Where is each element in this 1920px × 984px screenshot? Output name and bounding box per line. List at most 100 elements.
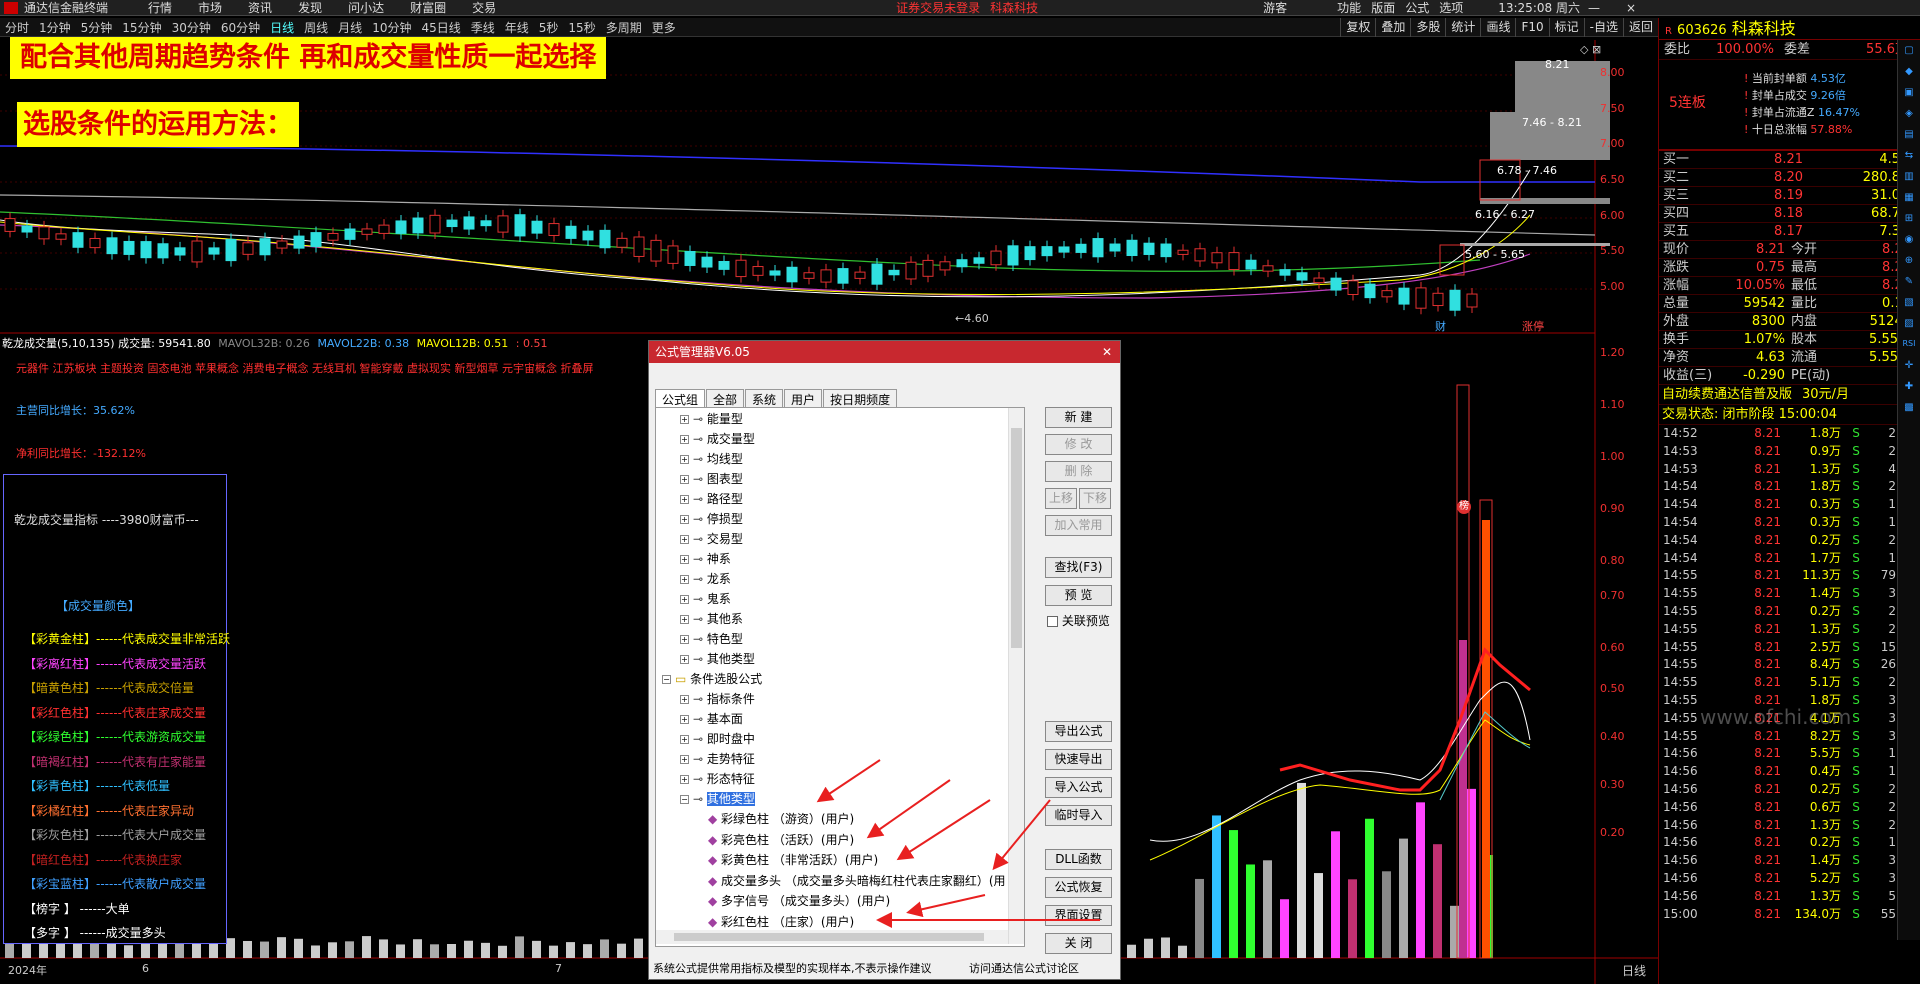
expand-icon[interactable]: + (680, 435, 689, 444)
menu-wenxiaoda[interactable]: 问小达 (348, 0, 384, 16)
guest-label[interactable]: 游客 (1263, 0, 1287, 16)
period-item[interactable]: 5秒 (539, 19, 559, 36)
tree-node[interactable]: + ⊸ 图表型 (680, 470, 743, 488)
expand-icon[interactable]: + (680, 475, 689, 484)
expand-icon[interactable]: + (680, 615, 689, 624)
expand-icon[interactable]: + (680, 755, 689, 764)
expand-icon[interactable]: + (680, 595, 689, 604)
add-common-button[interactable]: 加入常用 (1045, 515, 1112, 536)
tool-biaoji[interactable]: 标记 (1548, 18, 1584, 37)
preview-button[interactable]: 预 览 (1045, 585, 1112, 606)
side-icon[interactable]: ▧ (1900, 297, 1918, 313)
tree-node[interactable]: + ⊸ 形态特征 (680, 770, 755, 788)
side-icon[interactable]: ▢ (1900, 45, 1918, 61)
period-item[interactable]: 45日线 (421, 19, 460, 36)
login-warning[interactable]: 证券交易未登录 (896, 0, 980, 16)
expand-icon[interactable]: + (680, 695, 689, 704)
period-item[interactable]: 15秒 (568, 19, 595, 36)
menu-caifuquan[interactable]: 财富圈 (410, 0, 446, 16)
tree-node[interactable]: + ⊸ 鬼系 (680, 590, 731, 608)
indicator-header[interactable]: 乾龙成交量(5,10,135) 成交量: 59541.80 MAVOL32B: … (2, 335, 547, 351)
scroll-thumb[interactable] (1011, 428, 1022, 648)
expand-icon[interactable]: + (680, 735, 689, 744)
tree-node[interactable]: + ⊸ 其他系 (680, 610, 743, 628)
close-window-button[interactable]: × (1626, 1, 1636, 15)
tool-diejia[interactable]: 叠加 (1375, 18, 1410, 37)
tree-node[interactable]: + ⊸ 停损型 (680, 510, 743, 528)
menu-gongneng[interactable]: 功能 (1337, 0, 1361, 16)
side-icon[interactable]: ✛ (1900, 360, 1918, 376)
side-icon[interactable]: ⇆ (1900, 150, 1918, 166)
tree-node[interactable]: + ⊸ 神系 (680, 550, 731, 568)
expand-icon[interactable]: + (680, 635, 689, 644)
side-icon[interactable]: ✚ (1900, 381, 1918, 397)
period-item[interactable]: 1分钟 (39, 19, 71, 36)
side-icon[interactable]: ▨ (1900, 318, 1918, 334)
side-icon[interactable]: ◉ (1900, 234, 1918, 250)
period-item[interactable]: 月线 (338, 19, 362, 36)
period-item-more[interactable]: 更多 (652, 19, 676, 36)
collapse-icon[interactable]: − (662, 675, 671, 684)
tree-node[interactable]: + ⊸ 基本面 (680, 710, 743, 728)
expand-icon[interactable]: + (680, 555, 689, 564)
dialog-close-icon[interactable]: ✕ (1102, 341, 1112, 363)
menu-hangqing[interactable]: 行情 (148, 0, 172, 16)
side-icon[interactable]: ◆ (1900, 66, 1918, 82)
side-icon[interactable]: ◈ (1900, 108, 1918, 124)
tool-fanhui[interactable]: 返回 (1622, 18, 1658, 37)
modify-button[interactable]: 修 改 (1045, 434, 1112, 455)
menu-gongshi[interactable]: 公式 (1405, 0, 1429, 16)
period-item[interactable]: 60分钟 (221, 19, 260, 36)
tree-node[interactable]: + ⊸ 交易型 (680, 530, 743, 548)
buy-level-row[interactable]: 买二 8.20 280.8万 (1659, 169, 1920, 187)
side-icon[interactable]: ▩ (1900, 402, 1918, 418)
tree-folder[interactable]: − ▭ 条件选股公式 (662, 670, 762, 688)
menu-jiaoyi[interactable]: 交易 (472, 0, 496, 16)
ad-row[interactable]: 自动续费通达信普及版 30元/月 (1659, 385, 1920, 405)
minimize-button[interactable]: — (1588, 1, 1600, 15)
move-up-button[interactable]: 上移 (1045, 488, 1077, 509)
side-icon[interactable]: ▥ (1900, 171, 1918, 187)
period-item[interactable]: 季线 (471, 19, 495, 36)
expand-icon[interactable]: + (680, 715, 689, 724)
menu-faxian[interactable]: 发现 (298, 0, 322, 16)
delete-button[interactable]: 删 除 (1045, 461, 1112, 482)
move-down-button[interactable]: 下移 (1079, 488, 1111, 509)
tab-group[interactable]: 公式组 (655, 389, 706, 409)
forum-link[interactable]: 访问通达信公式讨论区 (969, 962, 1079, 975)
find-button[interactable]: 查找(F3) (1045, 557, 1112, 578)
tool-fuquan[interactable]: 复权 (1340, 18, 1375, 37)
expand-icon[interactable]: + (680, 495, 689, 504)
period-item-daily[interactable]: 日线 (270, 19, 294, 36)
side-icon[interactable]: ▣ (1900, 87, 1918, 103)
expand-icon[interactable]: + (680, 455, 689, 464)
preview-checkbox-row[interactable]: 关联预览 (1047, 612, 1110, 629)
expand-icon[interactable]: + (680, 515, 689, 524)
tab-user[interactable]: 用户 (784, 389, 823, 409)
side-icon[interactable]: ⊞ (1900, 213, 1918, 229)
rsi-icon[interactable]: RSI (1900, 339, 1918, 355)
period-item[interactable]: 15分钟 (122, 19, 161, 36)
tree-node[interactable]: + ⊸ 其他类型 (680, 650, 755, 668)
period-item[interactable]: 多周期 (606, 19, 642, 36)
tree-node[interactable]: + ⊸ 成交量型 (680, 430, 755, 448)
expand-icon[interactable]: + (680, 575, 689, 584)
dialog-title-bar[interactable]: 公式管理器V6.05 ✕ (649, 341, 1120, 363)
buy-level-row[interactable]: 买一8.214.5亿 (1659, 151, 1920, 169)
side-icon[interactable]: ✎ (1900, 276, 1918, 292)
period-item[interactable]: 年线 (505, 19, 529, 36)
new-button[interactable]: 新 建 (1045, 407, 1112, 428)
period-item[interactable]: 10分钟 (372, 19, 411, 36)
tree-node[interactable]: + ⊸ 即时盘中 (680, 730, 755, 748)
tree-node[interactable]: + ⊸ 均线型 (680, 450, 743, 468)
tree-node[interactable]: + ⊸ 指标条件 (680, 690, 755, 708)
period-item[interactable]: 分时 (5, 19, 29, 36)
buy-level-row[interactable]: 买五8.177.3万 (1659, 223, 1920, 241)
tab-system[interactable]: 系统 (745, 389, 784, 409)
expand-icon[interactable]: + (680, 415, 689, 424)
tree-node[interactable]: + ⊸ 路径型 (680, 490, 743, 508)
preview-checkbox[interactable] (1047, 616, 1058, 627)
tree-node[interactable]: + ⊸ 特色型 (680, 630, 743, 648)
period-item[interactable]: 周线 (304, 19, 328, 36)
tool-f10[interactable]: F10 (1515, 18, 1548, 37)
